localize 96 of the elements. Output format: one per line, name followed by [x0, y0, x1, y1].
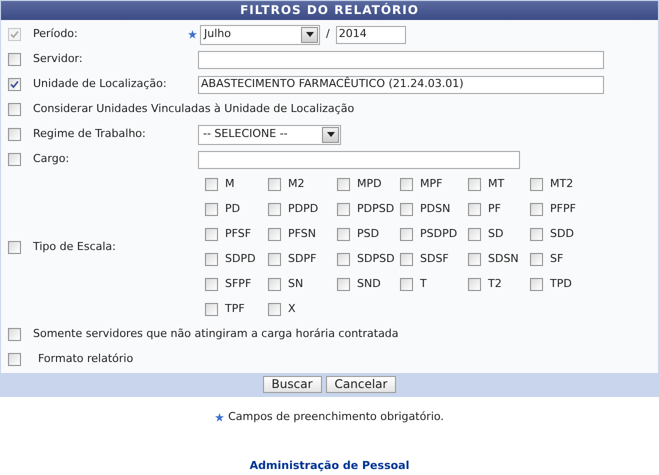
checkbox[interactable]: [468, 228, 481, 241]
scale-option-label: SND: [357, 276, 381, 292]
filter-label: Considerar Unidades Vinculadas à Unidade de Localização: [33, 101, 354, 118]
dropdown-caret-icon: [326, 132, 334, 137]
checkbox[interactable]: [8, 353, 21, 366]
checkbox[interactable]: [205, 303, 218, 316]
scale-option-label: SDPF: [288, 251, 316, 268]
checkbox[interactable]: [268, 228, 281, 241]
checkbox[interactable]: [268, 178, 281, 191]
checkbox[interactable]: [530, 253, 543, 266]
checkbox[interactable]: [268, 303, 281, 316]
scale-option-label: MPF: [420, 176, 442, 192]
checkbox[interactable]: [8, 328, 21, 341]
checkbox[interactable]: [268, 203, 281, 216]
checkbox[interactable]: [8, 53, 21, 66]
scale-option-label: PDPSD: [357, 201, 394, 218]
scale-option-label: T: [420, 276, 427, 292]
form-button[interactable]: Buscar: [262, 376, 322, 393]
footer-link[interactable]: Administração de Pessoal: [250, 458, 410, 472]
checkbox[interactable]: [468, 178, 481, 191]
scale-option-label: PFSF: [225, 226, 252, 242]
filter-label: Unidade de Localização:: [33, 76, 167, 92]
scale-option-label: PF: [488, 201, 501, 218]
scale-option-label: SFPF: [225, 276, 252, 292]
scale-option-label: PD: [225, 201, 240, 218]
scale-option-label: PSD: [357, 226, 380, 242]
checkbox[interactable]: [337, 203, 350, 216]
scale-option-label: SD: [488, 226, 504, 242]
scale-option-label: T2: [488, 276, 502, 292]
checkbox[interactable]: [468, 278, 481, 291]
checkbox[interactable]: [8, 240, 21, 254]
scale-option-label: MT2: [550, 176, 574, 192]
text-field[interactable]: [198, 50, 604, 68]
checkbox[interactable]: [530, 203, 543, 216]
separator: /: [326, 26, 330, 42]
checkbox[interactable]: [205, 278, 218, 291]
checkbox[interactable]: [8, 153, 21, 166]
scale-option-label: SN: [288, 276, 304, 292]
checkbox[interactable]: [400, 228, 413, 241]
scale-option-label: SF: [550, 251, 564, 268]
checkbox[interactable]: [468, 203, 481, 216]
scale-option-label: SDPSD: [357, 251, 395, 268]
scale-option-label: M: [225, 176, 234, 192]
checkbox[interactable]: [268, 253, 281, 266]
scale-option-label: MPD: [357, 176, 382, 192]
filter-label: Tipo de Escala:: [33, 238, 116, 255]
filter-label: Período:: [33, 26, 78, 42]
filter-label: Regime de Trabalho:: [33, 126, 146, 142]
filter-label: Cargo:: [33, 151, 70, 168]
filter-label: Formato relatório: [38, 351, 134, 368]
checkbox[interactable]: [530, 278, 543, 291]
checkbox[interactable]: [8, 78, 21, 91]
panel-title: FILTROS DO RELATÓRIO: [1, 1, 658, 20]
checkbox[interactable]: [268, 278, 281, 291]
checkbox[interactable]: [530, 178, 543, 191]
filter-label: Servidor:: [33, 51, 83, 68]
checkbox[interactable]: [337, 253, 350, 266]
scale-option-label: PDSN: [420, 201, 450, 218]
checkbox[interactable]: [205, 228, 218, 241]
required-fields-note: Campos de preenchimento obrigatório.: [228, 409, 444, 425]
scale-option-label: TPD: [550, 276, 572, 292]
scale-option-label: PFSN: [288, 226, 316, 242]
scale-option-label: TPF: [225, 301, 245, 318]
regime-dropdown[interactable]: -- SELECIONE --: [198, 124, 341, 144]
checkbox[interactable]: [337, 228, 350, 241]
checkbox[interactable]: [400, 178, 413, 191]
scale-option-label: X: [288, 301, 296, 318]
check-icon: [10, 30, 19, 39]
scale-option-label: SDD: [550, 226, 574, 242]
checkbox[interactable]: [337, 178, 350, 191]
scale-option-label: M2: [288, 176, 304, 192]
check-icon: [10, 80, 19, 89]
checkbox[interactable]: [205, 203, 218, 216]
scale-option-label: SDPD: [225, 251, 256, 268]
scale-option-label: PFPF: [550, 201, 576, 218]
checkbox[interactable]: [205, 178, 218, 191]
checkbox[interactable]: [337, 278, 350, 291]
scale-option-label: SDSN: [488, 251, 519, 268]
scale-option-label: MT: [488, 176, 504, 192]
dropdown-caret-icon: [306, 32, 314, 37]
filter-label: Somente servidores que não atingiram a carga horária contratada: [33, 326, 399, 342]
scale-option-label: PDPD: [288, 201, 318, 218]
form-button[interactable]: Cancelar: [326, 376, 396, 393]
checkbox[interactable]: [8, 103, 21, 116]
text-field[interactable]: [198, 150, 520, 168]
scale-option-label: PSDPD: [420, 226, 458, 242]
required-star-icon: [215, 412, 224, 422]
checkbox[interactable]: [205, 253, 218, 266]
text-field[interactable]: ABASTECIMENTO FARMACÊUTICO (21.24.03.01): [198, 76, 604, 94]
checkbox[interactable]: [400, 278, 413, 291]
checkbox[interactable]: [530, 228, 543, 241]
checkbox[interactable]: [400, 253, 413, 266]
scale-option-label: SDSF: [420, 251, 449, 268]
checkbox[interactable]: [468, 253, 481, 266]
checkbox[interactable]: [8, 128, 21, 141]
checkbox[interactable]: [400, 203, 413, 216]
